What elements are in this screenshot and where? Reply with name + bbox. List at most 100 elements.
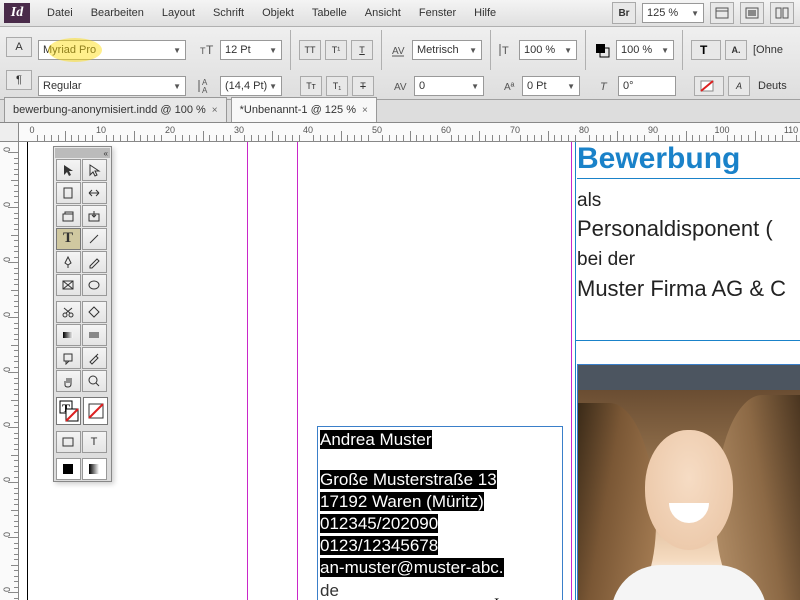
panel-collapse-icon[interactable]: «: [55, 148, 110, 158]
doc-line3: bei der: [577, 246, 800, 275]
close-icon[interactable]: ×: [212, 105, 218, 116]
document-tab-1[interactable]: bewerbung-anonymisiert.indd @ 100 %×: [4, 97, 227, 122]
menu-schrift[interactable]: Schrift: [204, 7, 253, 19]
svg-text:T: T: [600, 81, 608, 93]
menu-objekt[interactable]: Objekt: [253, 7, 303, 19]
no-fill-button[interactable]: [694, 76, 724, 96]
rectangle-tool[interactable]: [82, 274, 107, 296]
selection-tool[interactable]: [56, 159, 81, 181]
character-mode-button[interactable]: A: [6, 37, 32, 57]
font-size-field[interactable]: 12 Pt▼: [220, 40, 282, 60]
strikethrough-button[interactable]: T: [352, 76, 374, 96]
addr-email1: an-muster@muster-abc.: [320, 558, 504, 577]
char-fill-button[interactable]: T: [691, 40, 721, 60]
addr-street: Große Musterstraße 13: [320, 470, 497, 489]
menu-hilfe[interactable]: Hilfe: [465, 7, 505, 19]
svg-text:T: T: [700, 43, 708, 57]
rectangle-frame-tool[interactable]: [56, 274, 81, 296]
address-text-frame[interactable]: Andrea Muster Große Musterstraße 13 1719…: [317, 426, 563, 600]
menu-ansicht[interactable]: Ansicht: [356, 7, 410, 19]
skew-field[interactable]: 0°: [618, 76, 676, 96]
zoom-level-field[interactable]: 125 %▼: [642, 3, 704, 23]
control-panel: A ¶ Myriad Pro▼ TT 12 Pt▼ TT T¹ T AV Met…: [0, 27, 800, 100]
scissors-tool[interactable]: [56, 301, 81, 323]
menu-datei[interactable]: Datei: [38, 7, 82, 19]
char-style-2-button[interactable]: A: [728, 76, 750, 96]
tracking-field[interactable]: 0▼: [414, 76, 484, 96]
char-style-button[interactable]: A.: [725, 40, 747, 60]
doc-heading: Bewerbung: [577, 142, 800, 176]
all-caps-button[interactable]: TT: [299, 40, 321, 60]
gradient-swatch-tool[interactable]: [56, 324, 81, 346]
eyedropper-tool[interactable]: [82, 347, 107, 369]
char-style-label: [Ohne: [753, 44, 783, 56]
formatting-text-button[interactable]: T: [82, 431, 107, 453]
lang-label: Deuts: [758, 80, 787, 92]
menu-fenster[interactable]: Fenster: [410, 7, 465, 19]
zoom-tool[interactable]: [82, 370, 107, 392]
apply-color-button[interactable]: [56, 458, 81, 480]
font-size-icon: TT: [198, 42, 216, 58]
view-options-button[interactable]: [710, 2, 734, 24]
skew-icon: T: [598, 78, 614, 94]
small-caps-button[interactable]: Tᴛ: [300, 76, 322, 96]
svg-text:AV: AV: [394, 82, 407, 93]
addr-phone2: 0123/12345678: [320, 536, 438, 555]
vertical-scale-field[interactable]: 100 %▼: [519, 40, 577, 60]
leading-icon: AA: [198, 78, 216, 94]
gradient-feather-tool[interactable]: [82, 324, 107, 346]
horizontal-scale-field[interactable]: 100 %▼: [616, 40, 674, 60]
direct-selection-tool[interactable]: [82, 159, 107, 181]
content-collector-tool[interactable]: [56, 205, 81, 227]
addr-email2: de: [320, 581, 339, 600]
photo-frame[interactable]: ⬚: [577, 364, 800, 600]
tools-panel[interactable]: « T: [53, 146, 112, 482]
content-placer-tool[interactable]: [82, 205, 107, 227]
page-tool[interactable]: [56, 182, 81, 204]
apply-gradient-button[interactable]: [82, 458, 107, 480]
menu-bearbeiten[interactable]: Bearbeiten: [82, 7, 153, 19]
document-tab-2[interactable]: *Unbenannt-1 @ 125 %×: [231, 97, 377, 122]
document-canvas[interactable]: Bewerbung als Personaldisponent ( bei de…: [19, 142, 800, 600]
menu-bar: Id Datei Bearbeiten Layout Schrift Objek…: [0, 0, 800, 27]
underline-button[interactable]: T: [351, 40, 373, 60]
superscript-button[interactable]: T¹: [325, 40, 347, 60]
menu-tabelle[interactable]: Tabelle: [303, 7, 356, 19]
baseline-icon: Aª: [502, 78, 518, 94]
close-icon[interactable]: ×: [362, 105, 368, 116]
tracking-icon: AV: [392, 78, 410, 94]
font-family-field[interactable]: Myriad Pro▼: [38, 40, 186, 60]
vertical-ruler[interactable]: 0000000000: [0, 142, 19, 600]
subscript-button[interactable]: T₁: [326, 76, 348, 96]
pen-tool[interactable]: [56, 251, 81, 273]
ruler-tick: 100: [720, 123, 721, 141]
ruler-tick: 40: [306, 123, 307, 141]
pencil-tool[interactable]: [82, 251, 107, 273]
default-fill-stroke[interactable]: [83, 397, 108, 425]
font-style-field[interactable]: Regular▼: [38, 76, 186, 96]
link-icon: ⬚: [582, 364, 591, 368]
horizontal-ruler[interactable]: 0102030405060708090100110: [0, 123, 800, 142]
baseline-shift-field[interactable]: 0 Pt▼: [522, 76, 580, 96]
note-tool[interactable]: [56, 347, 81, 369]
ruler-tick: 30: [237, 123, 238, 141]
fill-stroke-swatch[interactable]: T: [56, 397, 81, 425]
menu-layout[interactable]: Layout: [153, 7, 204, 19]
ruler-tick: 60: [444, 123, 445, 141]
line-tool[interactable]: [82, 228, 107, 250]
leading-field[interactable]: (14,4 Pt)▼: [220, 76, 282, 96]
arrange-documents-button[interactable]: [770, 2, 794, 24]
gap-tool[interactable]: [82, 182, 107, 204]
free-transform-tool[interactable]: [82, 301, 107, 323]
addr-city: 17192 Waren (Müritz): [320, 492, 484, 511]
type-tool[interactable]: T: [56, 228, 81, 250]
hand-tool[interactable]: [56, 370, 81, 392]
ruler-tick: 90: [651, 123, 652, 141]
bridge-button[interactable]: Br: [612, 2, 636, 24]
ruler-tick: 20: [168, 123, 169, 141]
kerning-field[interactable]: Metrisch▼: [412, 40, 482, 60]
screen-mode-button[interactable]: [740, 2, 764, 24]
ruler-tick: 110: [789, 123, 790, 141]
formatting-container-button[interactable]: [56, 431, 81, 453]
paragraph-mode-button[interactable]: ¶: [6, 70, 32, 90]
